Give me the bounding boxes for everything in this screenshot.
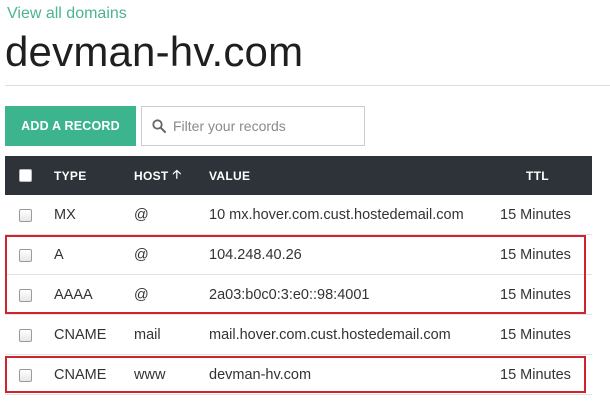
column-header-value-label: VALUE (209, 168, 251, 183)
column-header-type-label: TYPE (54, 168, 87, 183)
table-row[interactable]: MX @ 10 mx.hover.com.cust.hostedemail.co… (5, 195, 592, 235)
record-host: @ (134, 247, 149, 263)
record-value: 104.248.40.26 (209, 247, 302, 263)
row-checkbox-cell (19, 355, 32, 395)
select-all-cell (19, 156, 32, 195)
column-header-host-label: HOST (134, 168, 169, 183)
column-header-ttl[interactable]: TTL (526, 156, 549, 195)
record-ttl: 15 Minutes (500, 207, 571, 223)
column-header-ttl-label: TTL (526, 168, 549, 183)
record-type: AAAA (54, 287, 93, 303)
record-ttl: 15 Minutes (500, 327, 571, 343)
record-type: CNAME (54, 367, 107, 383)
record-ttl: 15 Minutes (500, 367, 571, 383)
row-checkbox[interactable] (19, 288, 32, 302)
filter-records-input[interactable] (173, 118, 363, 134)
row-checkbox-cell (19, 275, 32, 315)
record-ttl: 15 Minutes (500, 287, 571, 303)
sort-ascending-icon: 🡡 (172, 167, 182, 181)
row-checkbox[interactable] (19, 368, 32, 382)
table-row[interactable]: CNAME www devman-hv.com 15 Minutes (5, 355, 592, 395)
row-checkbox[interactable] (19, 328, 32, 342)
record-host: mail (134, 327, 161, 343)
view-all-domains-link[interactable]: View all domains (7, 5, 127, 23)
add-record-button[interactable]: ADD A RECORD (5, 106, 136, 146)
column-header-host[interactable]: HOST 🡡 (134, 156, 181, 195)
column-header-type[interactable]: TYPE (54, 156, 87, 195)
row-checkbox[interactable] (19, 248, 32, 262)
record-value: 10 mx.hover.com.cust.hostedemail.com (209, 207, 464, 223)
row-checkbox-cell (19, 195, 32, 235)
row-checkbox-cell (19, 235, 32, 275)
column-header-value[interactable]: VALUE (209, 156, 250, 195)
table-row[interactable]: CNAME mail mail.hover.com.cust.hostedema… (5, 315, 592, 355)
record-value: devman-hv.com (209, 367, 312, 383)
record-host: www (134, 367, 166, 383)
record-value: mail.hover.com.cust.hostedemail.com (209, 327, 451, 343)
select-all-checkbox[interactable] (19, 169, 32, 182)
record-type: MX (54, 207, 76, 223)
record-value: 2a03:b0c0:3:e0::98:4001 (209, 287, 370, 303)
search-icon (152, 119, 166, 133)
record-host: @ (134, 207, 149, 223)
table-row[interactable]: A @ 104.248.40.26 15 Minutes (5, 235, 592, 275)
record-host: @ (134, 287, 149, 303)
table-row[interactable]: AAAA @ 2a03:b0c0:3:e0::98:4001 15 Minute… (5, 275, 592, 315)
filter-box[interactable] (141, 106, 365, 146)
record-ttl: 15 Minutes (500, 247, 571, 263)
table-header: TYPE HOST 🡡 VALUE TTL (5, 156, 592, 195)
record-type: A (54, 247, 64, 263)
row-checkbox-cell (19, 315, 32, 355)
title-divider (5, 85, 610, 86)
page-title: devman-hv.com (5, 28, 304, 75)
record-type: CNAME (54, 327, 107, 343)
row-checkbox[interactable] (19, 208, 32, 222)
